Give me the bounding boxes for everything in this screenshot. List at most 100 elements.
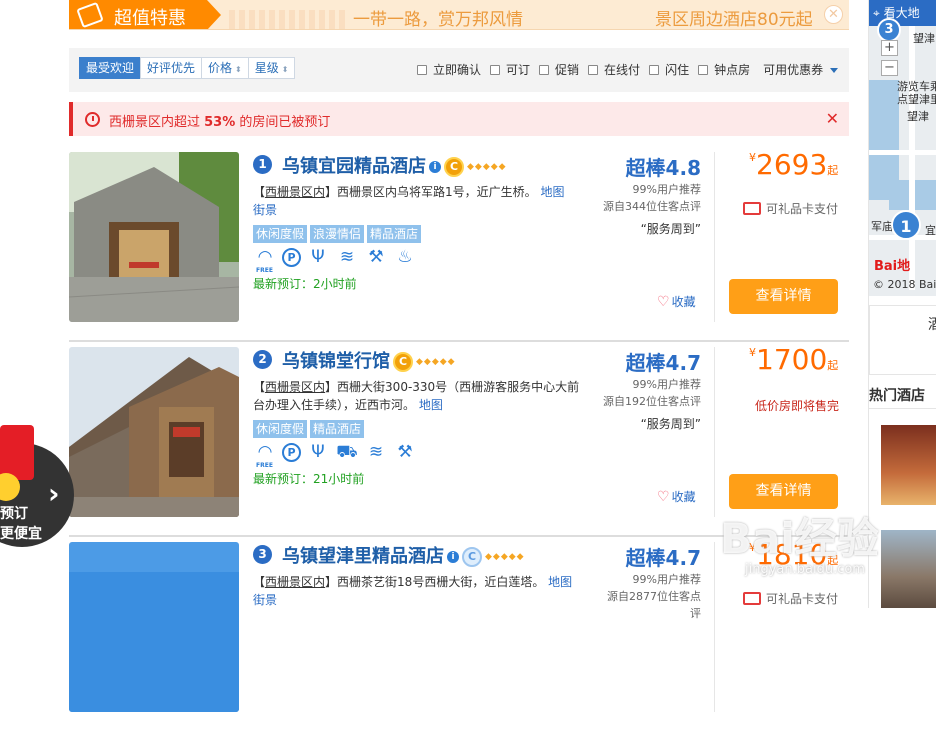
hotel-name-row: 乌镇锦堂行馆 C ◆◆◆◆◆ <box>282 347 456 373</box>
map-link[interactable]: 地图 <box>541 185 565 199</box>
tag: 休闲度假 <box>253 225 308 243</box>
coupon-label: 可用优惠券 <box>763 63 824 77</box>
hotel-name[interactable]: 乌镇宜园精品酒店 <box>282 156 426 177</box>
review-quote: “服务周到” <box>640 222 701 236</box>
car-icon: ⛟ <box>336 442 358 462</box>
alert-close-icon[interactable]: ✕ <box>826 109 839 128</box>
hotel-name[interactable]: 乌镇望津里精品酒店 <box>282 546 444 567</box>
hot-hotel-thumbnail[interactable] <box>881 425 936 505</box>
view-details-button[interactable]: 查看详情 <box>729 279 838 314</box>
score-value[interactable]: 超棒4.8 <box>599 152 701 181</box>
low-price-soldout-note: 低价房即将售完 <box>755 399 840 413</box>
favorite-button[interactable]: ♡ 收藏 <box>657 488 696 505</box>
hotel-address: 【西栅景区内】西栅茶艺街18号西栅大街，近白莲塔。 地图 街景 <box>253 575 573 607</box>
floating-coupon-widget[interactable]: 预订 更便宜 › <box>0 425 78 550</box>
hotel-tags: 休闲度假 精品酒店 <box>253 420 367 438</box>
hotel-photo[interactable] <box>69 347 239 517</box>
gift-card-icon <box>743 592 761 605</box>
hot-hotel-thumbnail[interactable] <box>881 530 936 608</box>
map-link[interactable]: 地图 <box>548 575 572 589</box>
map-label: 宜 <box>925 224 936 237</box>
map-road <box>909 20 915 290</box>
gift-card-note: 可礼品卡支付 <box>743 200 838 217</box>
street-view-link[interactable]: 街景 <box>253 203 277 217</box>
hotel-area[interactable]: 西栅景区内 <box>265 185 325 199</box>
latest-booking: 最新预订：21小时前 <box>253 472 365 486</box>
filter-flash-stay[interactable]: 闪住 <box>649 61 689 78</box>
score-value[interactable]: 超棒4.7 <box>599 347 701 376</box>
skyline-decoration <box>229 10 349 29</box>
hotel-name[interactable]: 乌镇锦堂行馆 <box>282 351 390 372</box>
heart-icon: ♡ <box>657 294 670 310</box>
booking-alert: 西栅景区内超过 53% 的房间已被预订 ✕ <box>69 102 849 136</box>
info-icon[interactable]: i <box>429 161 441 173</box>
promo-tag-title: 超值特惠 <box>114 8 186 29</box>
checkbox[interactable] <box>490 64 501 75</box>
clock-icon <box>85 112 100 127</box>
filter-bookable[interactable]: 可订 <box>490 61 530 78</box>
hotel-area[interactable]: 西栅景区内 <box>265 575 325 589</box>
zoom-in-button[interactable]: + <box>881 40 898 56</box>
filter-label: 可订 <box>506 63 531 77</box>
map-link[interactable]: 地图 <box>419 398 443 412</box>
sort-rating-button[interactable]: 好评优先 <box>140 57 203 79</box>
checkbox[interactable] <box>698 64 709 75</box>
parking-icon: P <box>282 248 301 267</box>
filter-instant-confirm[interactable]: 立即确认 <box>417 61 481 78</box>
gym-icon: ⚒ <box>397 442 413 462</box>
tag-icon <box>76 1 104 29</box>
checkbox[interactable] <box>417 64 427 75</box>
hotel-rank-badge: 1 <box>253 155 272 174</box>
heart-icon: ♡ <box>657 489 670 505</box>
map-widget[interactable]: ⌖ 看大地 3 望津 + − 游览车乘 点望津里 望津 军庙 1 宜 Bai地 … <box>869 0 936 296</box>
diamond-rating-icon: ◆◆◆◆◆ <box>467 162 507 172</box>
score-value[interactable]: 超棒4.7 <box>599 542 701 571</box>
hotel-photo[interactable] <box>69 152 239 322</box>
sort-buttons: 最受欢迎 好评优先 价格 ⬍ 星级 ⬍ <box>79 57 296 79</box>
recommend-rate: 99%用户推荐 <box>632 378 701 391</box>
review-count[interactable]: 源自192位住客点评 <box>599 393 701 410</box>
wifi-icon: ◠ FREE <box>256 247 273 274</box>
coupon-dropdown[interactable]: 可用优惠券 <box>763 61 839 78</box>
map-label: 点望津里 <box>897 93 936 106</box>
hotel-area[interactable]: 西栅景区内 <box>265 380 325 394</box>
sort-star-button[interactable]: 星级 ⬍ <box>247 57 296 79</box>
hotel-tags: 休闲度假 浪漫情侣 精品酒店 <box>253 225 424 243</box>
hotel-score: 超棒4.7 99%用户推荐 源自192位住客点评 “服务周到” <box>599 347 701 432</box>
checkbox[interactable] <box>588 64 599 75</box>
sort-price-button[interactable]: 价格 ⬍ <box>201 57 249 79</box>
promo-slogan-left: 一带一路，赏万邦风情 <box>353 10 523 30</box>
promo-banner[interactable]: 超值特惠 一带一路，赏万邦风情 景区周边酒店80元起 ✕ <box>69 0 849 30</box>
gold-medal-icon: C <box>444 157 464 177</box>
filter-online-pay[interactable]: 在线付 <box>588 61 640 78</box>
filter-promotion[interactable]: 促销 <box>539 61 579 78</box>
view-details-button[interactable]: 查看详情 <box>729 474 838 509</box>
favorite-button[interactable]: ♡ 收藏 <box>657 293 696 310</box>
divider <box>869 408 936 409</box>
sort-star-label: 星级 <box>254 61 279 75</box>
hotel-card: 1 乌镇宜园精品酒店 i C ◆◆◆◆◆ 【西栅景区内】西栅景区内乌将军路1号，近广生… <box>69 148 849 342</box>
map-marker-1[interactable]: 1 <box>891 210 921 240</box>
info-icon[interactable]: i <box>447 551 459 563</box>
review-count[interactable]: 源自344位住客点评 <box>599 198 701 215</box>
banner-close-icon[interactable]: ✕ <box>824 5 843 24</box>
tag: 休闲度假 <box>253 420 308 438</box>
map-road <box>869 150 936 155</box>
hotel-photo[interactable] <box>69 542 239 712</box>
favorite-label: 收藏 <box>671 295 696 309</box>
watermark-url: jingyan.baidu.com <box>745 562 865 577</box>
price-suffix: 起 <box>827 164 839 177</box>
sidebar-section-label: 酒 <box>928 317 936 333</box>
street-view-link[interactable]: 街景 <box>253 593 277 607</box>
filter-hourly-room[interactable]: 钟点房 <box>698 61 750 78</box>
red-envelope-icon <box>0 425 34 480</box>
price-suffix: 起 <box>827 359 839 372</box>
favorite-label: 收藏 <box>671 490 696 504</box>
review-count[interactable]: 源自2877位住客点评 <box>599 588 701 622</box>
checkbox[interactable] <box>539 64 550 75</box>
sort-popular-button[interactable]: 最受欢迎 <box>79 57 142 79</box>
zoom-out-button[interactable]: − <box>881 60 898 76</box>
map-marker-3[interactable]: 3 <box>877 18 901 42</box>
checkbox[interactable] <box>649 64 660 75</box>
chevron-right-icon[interactable]: › <box>48 477 60 510</box>
